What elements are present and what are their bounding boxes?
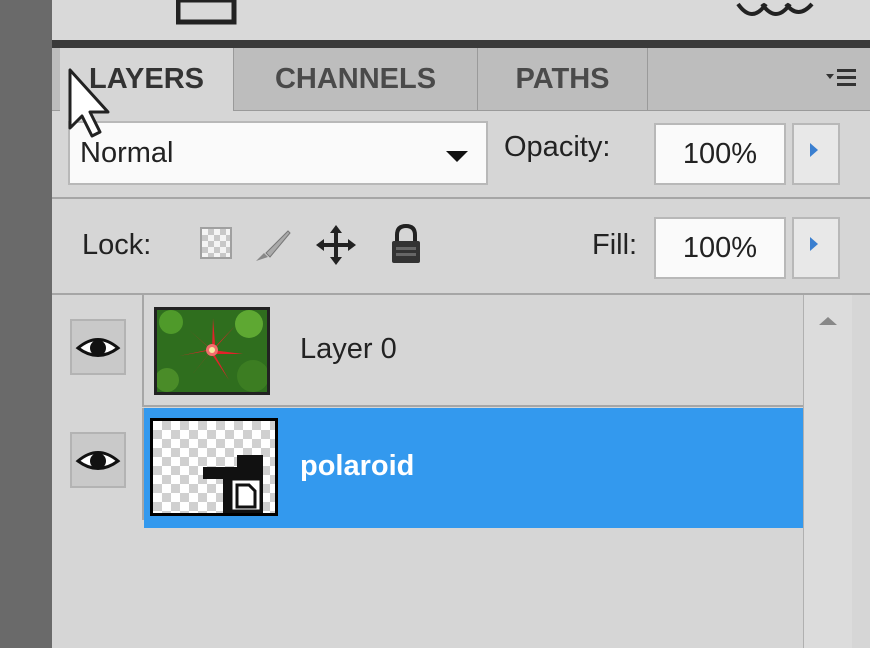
opacity-slider-button[interactable]: [792, 123, 840, 185]
fill-input[interactable]: 100%: [654, 217, 786, 279]
partial-tool-icon: [176, 0, 237, 25]
visibility-cell: [52, 408, 144, 520]
smart-object-thumbnail: [150, 418, 278, 516]
lock-position-icon[interactable]: [314, 223, 358, 267]
blend-mode-select[interactable]: Normal: [68, 121, 488, 185]
flower-thumbnail-image: [157, 310, 267, 392]
panel-divider: [52, 40, 870, 48]
polaroid-thumbnail-image: [203, 455, 263, 513]
panel-menu-icon[interactable]: [826, 66, 856, 90]
opacity-label: Opacity:: [504, 131, 611, 163]
lock-transparent-pixels-icon[interactable]: [200, 227, 232, 259]
eye-icon: [75, 451, 121, 470]
layers-panel: LAYERS CHANNELS PATHS Normal Opacity: 10…: [52, 48, 870, 648]
layers-list: Layer 0 polaroid: [52, 295, 870, 648]
lock-fill-row: Lock: Fill: 100%: [52, 199, 870, 295]
opacity-input[interactable]: 100%: [654, 123, 786, 185]
visibility-toggle[interactable]: [70, 432, 126, 488]
tab-paths[interactable]: PATHS: [478, 48, 648, 110]
partial-link-icon: [736, 2, 814, 16]
scrollbar[interactable]: [803, 295, 852, 648]
eye-icon: [75, 338, 121, 357]
upper-panel: [52, 0, 870, 41]
lock-label: Lock:: [82, 229, 152, 261]
dropdown-caret-icon: [446, 151, 468, 162]
panel-tabbar: LAYERS CHANNELS PATHS: [52, 48, 870, 111]
fill-label: Fill:: [592, 229, 638, 261]
lock-all-icon[interactable]: [388, 223, 424, 265]
fill-slider-button[interactable]: [792, 217, 840, 279]
layer-name[interactable]: Layer 0: [300, 333, 397, 366]
visibility-cell: [52, 295, 144, 407]
workspace-edge: [0, 0, 52, 648]
blend-mode-value: Normal: [80, 137, 174, 169]
blend-options-row: Normal Opacity: 100%: [52, 111, 870, 199]
scroll-up-icon[interactable]: [819, 317, 837, 325]
lock-image-pixels-icon[interactable]: [252, 225, 292, 265]
layer-row[interactable]: Layer 0: [52, 295, 804, 407]
layer-name[interactable]: polaroid: [300, 450, 414, 483]
visibility-toggle[interactable]: [70, 319, 126, 375]
layer-thumbnail: [154, 307, 270, 395]
mouse-cursor-icon: [68, 68, 110, 138]
layer-row-selected[interactable]: polaroid: [52, 408, 804, 528]
tab-channels[interactable]: CHANNELS: [234, 48, 478, 110]
